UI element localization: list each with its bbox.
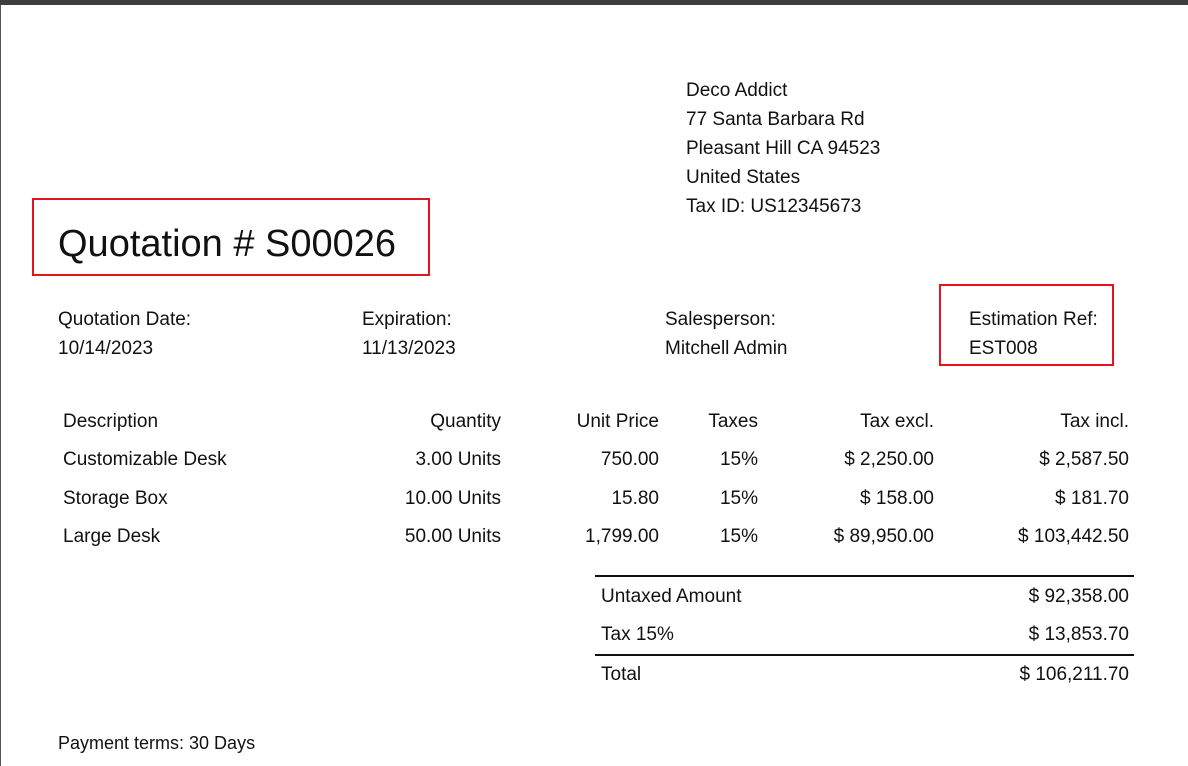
salesperson-value: Mitchell Admin — [665, 338, 788, 359]
customer-country: United States — [686, 167, 801, 188]
row-3-description: Large Desk — [63, 526, 161, 547]
row-3-taxes: 15% — [719, 526, 758, 547]
row-1-quantity: 3.00 Units — [415, 449, 501, 470]
row-2-tax-incl: $ 181.70 — [1055, 488, 1129, 509]
untaxed-amount-label: Untaxed Amount — [601, 586, 742, 607]
salesperson-label: Salesperson: — [665, 309, 776, 330]
tax-label: Tax 15% — [601, 624, 674, 645]
quotation-document — [0, 5, 1188, 766]
totals-top-rule — [595, 575, 1134, 577]
tax-value: $ 13,853.70 — [1028, 624, 1129, 645]
expiration-label: Expiration: — [362, 309, 452, 330]
customer-city: Pleasant Hill CA 94523 — [686, 138, 881, 159]
header-quantity: Quantity — [430, 411, 501, 432]
header-description: Description — [63, 411, 159, 432]
customer-address: Deco Addict 77 Santa Barbara Rd Pleasant… — [686, 76, 880, 221]
row-1-tax-excl: $ 2,250.00 — [844, 449, 934, 470]
customer-tax-id: Tax ID: US12345673 — [686, 196, 862, 217]
row-2-description: Storage Box — [63, 488, 168, 509]
header-tax-excl: Tax excl. — [860, 411, 934, 432]
page-title: Quotation # S00026 — [58, 223, 397, 265]
estimation-ref-label: Estimation Ref: — [969, 309, 1098, 330]
row-3-quantity: 50.00 Units — [404, 526, 501, 547]
expiration-value: 11/13/2023 — [362, 338, 456, 359]
total-rule — [595, 654, 1134, 656]
estimation-ref-value: EST008 — [969, 338, 1038, 359]
quotation-date-block: Quotation Date: 10/14/2023 — [58, 305, 191, 363]
payment-terms: Payment terms: 30 Days — [58, 733, 256, 753]
salesperson-block: Salesperson: Mitchell Admin — [665, 305, 788, 363]
quotation-date-value: 10/14/2023 — [58, 338, 154, 359]
untaxed-amount-value: $ 92,358.00 — [1028, 586, 1129, 607]
estimation-ref-block: Estimation Ref: EST008 — [969, 305, 1098, 363]
row-2-tax-excl: $ 158.00 — [860, 488, 934, 509]
header-tax-incl: Tax incl. — [1060, 411, 1129, 432]
row-2-unit-price: 15.80 — [611, 488, 659, 509]
row-1-tax-incl: $ 2,587.50 — [1039, 449, 1129, 470]
header-unit-price: Unit Price — [576, 411, 659, 432]
row-2-quantity: 10.00 Units — [404, 488, 501, 509]
row-3-unit-price: 1,799.00 — [585, 526, 659, 547]
row-1-unit-price: 750.00 — [600, 449, 659, 470]
header-taxes: Taxes — [708, 411, 758, 432]
customer-street: 77 Santa Barbara Rd — [686, 109, 865, 130]
total-value: $ 106,211.70 — [1019, 664, 1129, 685]
row-1-description: Customizable Desk — [63, 449, 227, 470]
row-3-tax-excl: $ 89,950.00 — [833, 526, 934, 547]
row-2-taxes: 15% — [719, 488, 758, 509]
row-1-taxes: 15% — [719, 449, 758, 470]
total-label: Total — [601, 664, 642, 685]
expiration-block: Expiration: 11/13/2023 — [362, 305, 456, 363]
customer-name: Deco Addict — [686, 80, 788, 101]
row-3-tax-incl: $ 103,442.50 — [1018, 526, 1129, 547]
quotation-date-label: Quotation Date: — [58, 309, 192, 330]
